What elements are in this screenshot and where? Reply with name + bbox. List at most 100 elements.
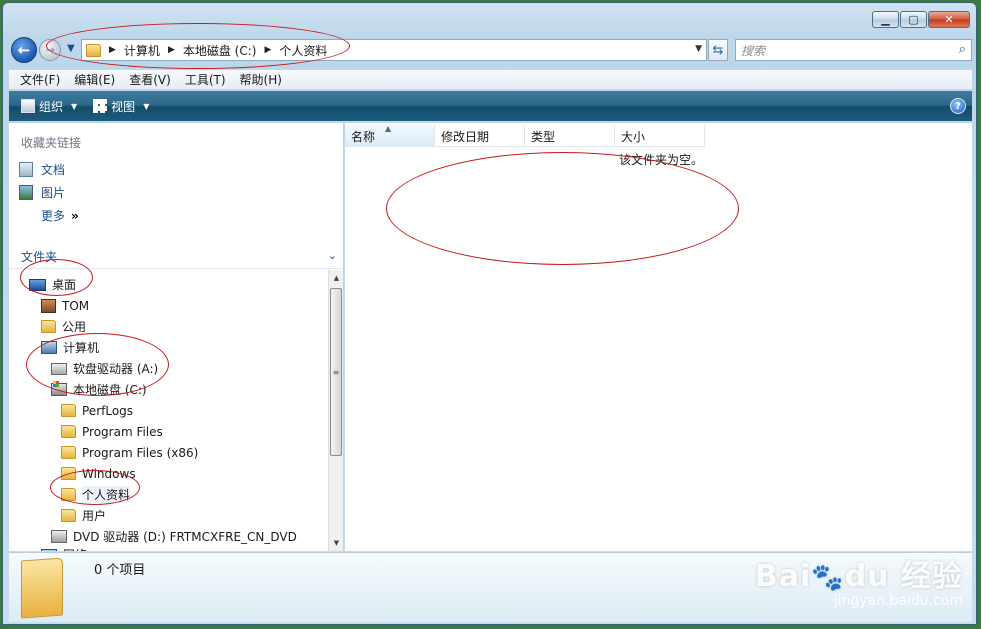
tree-item-network[interactable]: 网络: [41, 544, 87, 551]
column-header-type[interactable]: 类型: [525, 125, 615, 147]
close-button[interactable]: ✕: [928, 11, 970, 28]
menu-help[interactable]: 帮助(H): [233, 71, 289, 88]
forward-button[interactable]: →: [39, 39, 61, 61]
tree-item-label: 公用: [62, 320, 87, 334]
column-header-size[interactable]: 大小: [615, 125, 705, 147]
chevron-right-icon[interactable]: ▶: [264, 45, 271, 55]
tree-item-label: 用户: [82, 509, 107, 523]
menu-edit[interactable]: 编辑(E): [67, 71, 122, 88]
explorer-window: ▁ ▢ ✕ ← → ▼ ▶ 计算机 ▶ 本地磁盘 (C:) ▶ 个人资料 ▼ ⇆…: [2, 2, 977, 625]
folder-icon: [61, 488, 76, 501]
folder-icon: [61, 446, 76, 459]
help-icon[interactable]: ?: [950, 98, 966, 114]
tree-item-public[interactable]: 公用: [41, 316, 86, 337]
command-bar: 组织 ▼ 视图 ▼ ?: [9, 91, 972, 121]
dvd-drive-icon: [51, 530, 67, 543]
folder-icon: [41, 320, 56, 333]
double-chevron-right-icon: »: [71, 208, 79, 223]
search-icon[interactable]: ⌕: [959, 42, 966, 57]
back-button[interactable]: ←: [11, 37, 37, 63]
tree-item-perflogs[interactable]: PerfLogs: [61, 400, 133, 421]
network-icon: [41, 548, 57, 551]
column-header-modified[interactable]: 修改日期: [435, 125, 525, 147]
tree-item-label: 本地磁盘 (C:): [73, 383, 147, 397]
views-icon: [93, 99, 108, 113]
chevron-down-icon[interactable]: ⌄: [328, 249, 337, 262]
tree-item-label: 计算机: [63, 341, 100, 355]
scroll-thumb[interactable]: ≡: [330, 288, 342, 456]
tree-item-tom[interactable]: TOM: [41, 295, 89, 316]
favorite-pictures[interactable]: 图片: [19, 181, 79, 204]
scroll-up-icon[interactable]: ▲: [329, 270, 344, 286]
favorite-more[interactable]: 更多 »: [19, 204, 79, 227]
tree-item-dvd-drive[interactable]: DVD 驱动器 (D:) FRTMCXFRE_CN_DVD: [51, 526, 297, 547]
breadcrumb-computer[interactable]: 计算机: [124, 42, 160, 59]
file-list-pane[interactable]: ▲ 名称 修改日期 类型 大小 该文件夹为空。: [345, 123, 972, 551]
breadcrumb-local-disk[interactable]: 本地磁盘 (C:): [183, 42, 257, 59]
address-bar[interactable]: ▶ 计算机 ▶ 本地磁盘 (C:) ▶ 个人资料 ▼: [81, 39, 707, 61]
favorite-label: 文档: [41, 163, 66, 177]
recent-pages-dropdown[interactable]: ▼: [67, 43, 75, 54]
back-arrow-icon: ←: [17, 41, 31, 59]
column-headers: ▲ 名称 修改日期 类型 大小: [345, 124, 705, 147]
scroll-down-icon[interactable]: ▼: [329, 535, 344, 551]
caption-buttons: ▁ ▢ ✕: [872, 11, 970, 28]
details-pane: 0 个项目: [9, 552, 972, 622]
tree-item-label: Program Files (x86): [82, 445, 199, 460]
refresh-icon: ⇆: [712, 42, 724, 58]
tree-item-label: Program Files: [82, 424, 163, 439]
folder-icon: [61, 467, 76, 480]
chevron-right-icon[interactable]: ▶: [109, 45, 116, 55]
folders-header[interactable]: 文件夹 ⌄: [9, 245, 343, 269]
column-header-name[interactable]: ▲ 名称: [345, 124, 435, 147]
tree-item-desktop[interactable]: 桌面: [29, 274, 76, 295]
breadcrumb-personal-data[interactable]: 个人资料: [279, 42, 327, 59]
sort-ascending-icon: ▲: [385, 124, 392, 133]
tree-item-label: TOM: [62, 298, 90, 313]
tree-item-program-files[interactable]: Program Files: [61, 421, 163, 442]
menu-file[interactable]: 文件(F): [13, 71, 67, 88]
views-button[interactable]: 视图 ▼: [87, 98, 155, 115]
forward-arrow-icon: →: [44, 43, 56, 57]
tree-item-personal-data[interactable]: 个人资料: [61, 484, 131, 505]
folder-icon: [61, 404, 76, 417]
views-label: 视图: [111, 99, 136, 114]
tree-item-windows[interactable]: Windows: [61, 463, 136, 484]
column-label: 类型: [531, 129, 556, 144]
favorite-documents[interactable]: 文档: [19, 158, 79, 181]
tree-item-users[interactable]: 用户: [61, 505, 106, 526]
column-label: 大小: [621, 129, 646, 144]
floppy-drive-icon: [51, 362, 67, 375]
tree-item-floppy[interactable]: 软盘驱动器 (A:): [51, 358, 158, 379]
tree-item-computer[interactable]: 计算机: [41, 337, 99, 358]
menu-view[interactable]: 查看(V): [122, 71, 178, 88]
menu-tools[interactable]: 工具(T): [178, 71, 233, 88]
navigation-pane: 收藏夹链接 文档 图片 更多 » 文件夹 ⌄ 桌面 TOM 公用 计算机 软盘驱…: [9, 123, 344, 551]
caret-down-icon: ▼: [143, 101, 150, 111]
search-placeholder: 搜索: [741, 43, 766, 58]
minimize-button[interactable]: ▁: [872, 11, 899, 28]
column-label: 名称: [351, 129, 376, 144]
maximize-button[interactable]: ▢: [900, 11, 927, 28]
local-disk-icon: [51, 381, 67, 396]
organize-button[interactable]: 组织 ▼: [15, 98, 83, 115]
folder-icon: [21, 557, 63, 619]
search-input[interactable]: 搜索 ⌕: [735, 39, 972, 61]
folder-tree: 桌面 TOM 公用 计算机 软盘驱动器 (A:) 本地磁盘 (C:) PerfL…: [9, 270, 327, 551]
folders-label: 文件夹: [21, 250, 58, 264]
tree-item-label: 桌面: [52, 278, 77, 292]
tree-item-label: 软盘驱动器 (A:): [73, 362, 159, 376]
folder-icon: [86, 43, 101, 57]
tree-item-local-disk[interactable]: 本地磁盘 (C:): [51, 379, 147, 400]
menu-bar: 文件(F) 编辑(E) 查看(V) 工具(T) 帮助(H): [9, 69, 972, 89]
empty-folder-message: 该文件夹为空。: [619, 153, 704, 167]
address-dropdown-icon[interactable]: ▼: [695, 44, 702, 54]
favorite-label: 图片: [41, 186, 66, 200]
tree-item-program-files-x86[interactable]: Program Files (x86): [61, 442, 198, 463]
refresh-button[interactable]: ⇆: [708, 39, 728, 61]
favorites-header: 收藏夹链接: [21, 136, 82, 150]
organize-icon: [21, 99, 35, 113]
tree-scrollbar[interactable]: ▲ ≡ ▼: [328, 270, 343, 551]
chevron-right-icon[interactable]: ▶: [168, 45, 175, 55]
tree-item-label: Windows: [82, 466, 136, 481]
